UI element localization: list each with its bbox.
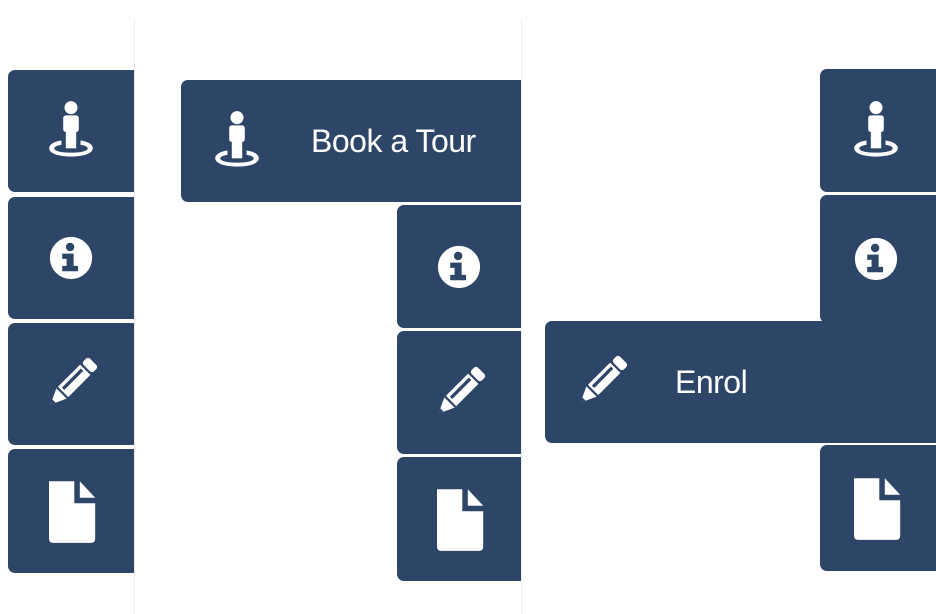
person-pin-icon <box>181 110 293 172</box>
document-tab[interactable] <box>820 445 936 571</box>
tab-label: Book a Tour <box>311 122 476 159</box>
book-a-tour-tab[interactable] <box>8 70 134 192</box>
enrol-tab[interactable] <box>8 323 134 445</box>
info-tab[interactable] <box>397 205 521 328</box>
file-icon <box>397 486 521 552</box>
info-tab[interactable] <box>8 197 134 319</box>
document-tab[interactable] <box>8 449 134 573</box>
book-a-tour-tab[interactable] <box>820 69 936 192</box>
info-tab[interactable] <box>820 195 936 323</box>
divider <box>521 18 522 614</box>
document-tab[interactable] <box>397 457 521 581</box>
person-pin-icon <box>820 100 932 162</box>
info-icon <box>8 236 134 280</box>
file-icon <box>820 475 932 541</box>
file-icon <box>8 478 134 544</box>
book-a-tour-tab[interactable]: Book a Tour <box>181 80 521 202</box>
info-icon <box>820 237 932 281</box>
pencil-icon <box>8 356 134 412</box>
tab-label: Enrol <box>675 363 748 400</box>
pencil-icon <box>545 354 657 410</box>
enrol-tab[interactable] <box>397 331 521 454</box>
divider <box>134 18 135 614</box>
pencil-icon <box>397 365 521 421</box>
enrol-tab[interactable]: Enrol <box>545 321 936 443</box>
info-icon <box>397 245 521 289</box>
person-pin-icon <box>8 100 134 162</box>
